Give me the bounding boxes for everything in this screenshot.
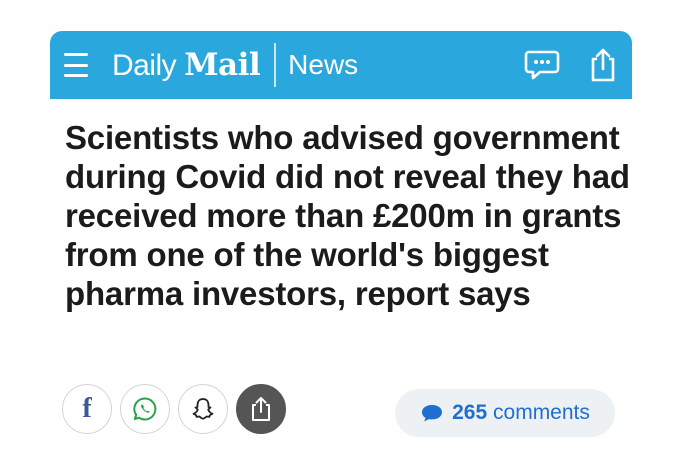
whatsapp-share-button[interactable] — [120, 384, 170, 434]
snapchat-share-button[interactable] — [178, 384, 228, 434]
article-headline[interactable]: Scientists who advised government during… — [65, 118, 645, 313]
share-icon — [252, 397, 270, 421]
share-bar: f — [62, 384, 286, 434]
snapchat-ghost-icon — [192, 398, 214, 420]
comments-button[interactable]: 265 comments — [395, 389, 615, 437]
comments-speech-bubble-icon[interactable] — [524, 49, 560, 81]
facebook-icon: f — [82, 393, 92, 424]
section-title[interactable]: News — [288, 49, 358, 81]
site-logo[interactable]: Daily Mail — [112, 47, 261, 83]
share-upload-icon[interactable] — [588, 47, 618, 83]
more-share-button[interactable] — [236, 384, 286, 434]
comments-label: comments — [493, 401, 590, 424]
comment-count: 265 — [452, 401, 488, 424]
site-header: Daily Mail News — [50, 31, 632, 99]
logo-daily-text: Daily — [112, 49, 177, 82]
hamburger-menu-icon[interactable] — [64, 53, 94, 77]
whatsapp-icon — [133, 397, 157, 421]
comment-bubble-icon — [422, 405, 443, 422]
header-divider — [274, 43, 277, 87]
facebook-share-button[interactable]: f — [62, 384, 112, 434]
logo-mail-text: Mail — [184, 47, 261, 83]
